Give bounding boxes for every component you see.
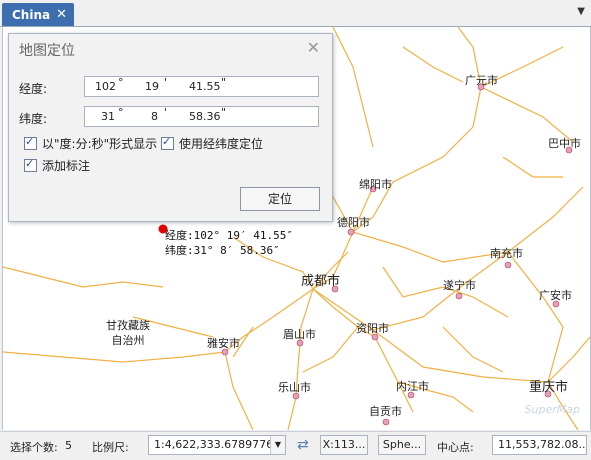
latitude-seconds[interactable]: 58.36 — [189, 110, 221, 123]
region-label: 甘孜藏族 自治州 — [106, 319, 150, 347]
projection-button[interactable]: Sphe... — [378, 435, 426, 455]
watermark-logo: SuperMap — [524, 403, 580, 416]
map-locate-dialog: 地图定位 ✕ 经度: 102 ° 19 ' 41.55 " 纬度: 31 ° 8… — [8, 33, 333, 222]
swap-icon[interactable]: ⇄ — [297, 437, 309, 453]
city-label: 自贡市 — [369, 405, 402, 418]
scale-combobox[interactable]: 1:4,622,333.67897761 ▼ — [148, 435, 286, 455]
selected-count-value: 5 — [65, 439, 72, 452]
second-mark: " — [221, 76, 227, 89]
city-label: 绵阳市 — [359, 178, 392, 191]
city-label: 遂宁市 — [443, 279, 476, 292]
document-tab-bar: China ✕ ▼ — [0, 0, 591, 27]
scale-label: 比例尺: — [92, 441, 129, 454]
city-label: 眉山市 — [283, 328, 316, 341]
status-bar: 选择个数: 5 比例尺: 1:4,622,333.67897761 ▼ ⇄ X:… — [0, 431, 591, 460]
tab-list-dropdown-icon[interactable]: ▼ — [577, 6, 585, 17]
tab-title: China — [12, 7, 51, 22]
city-label: 巴中市 — [548, 137, 581, 150]
city-label: 雅安市 — [207, 337, 240, 350]
longitude-label: 经度: — [19, 82, 48, 96]
close-icon[interactable]: ✕ — [307, 38, 320, 57]
latitude-input[interactable]: 31 ° 8 ' 58.36 " — [84, 106, 319, 127]
degree-mark: ° — [118, 76, 124, 89]
city-label: 南充市 — [490, 247, 523, 260]
chevron-down-icon[interactable]: ▼ — [270, 436, 285, 454]
add-label-checkbox[interactable]: 添加标注 — [24, 157, 90, 174]
coordinate-annotation: 经度:102° 19′ 41.55″ 纬度:31° 8′ 58.36″ — [165, 229, 293, 257]
second-mark: " — [221, 106, 227, 119]
city-label: 乐山市 — [278, 381, 311, 394]
checkbox-checked-icon[interactable] — [161, 135, 174, 150]
checkbox-checked-icon[interactable] — [24, 157, 37, 172]
degree-mark: ° — [118, 106, 124, 119]
longitude-degrees[interactable]: 102 — [95, 80, 116, 93]
latitude-degrees[interactable]: 31 — [101, 110, 115, 123]
coordinate-x-field[interactable]: X:113... — [320, 435, 368, 455]
dialog-title: 地图定位 — [19, 43, 75, 59]
city-label: 内江市 — [396, 380, 429, 393]
longitude-input[interactable]: 102 ° 19 ' 41.55 " — [84, 76, 319, 97]
city-label: 成都市 — [301, 274, 341, 289]
tab-china[interactable]: China ✕ — [2, 3, 74, 26]
latitude-label: 纬度: — [19, 112, 48, 126]
checkbox-checked-icon[interactable] — [24, 135, 37, 150]
longitude-minutes[interactable]: 19 — [145, 80, 159, 93]
use-latlon-checkbox[interactable]: 使用经纬度定位 — [161, 135, 263, 152]
city-label: 重庆市 — [529, 380, 569, 395]
minute-mark: ' — [164, 106, 168, 119]
city-label: 资阳市 — [356, 322, 389, 335]
selected-count-label: 选择个数: — [10, 441, 58, 454]
city-label: 广元市 — [465, 74, 498, 87]
locate-button[interactable]: 定位 — [240, 187, 320, 211]
city-label: 广安市 — [539, 289, 572, 302]
longitude-seconds[interactable]: 41.55 — [189, 80, 221, 93]
close-tab-icon[interactable]: ✕ — [56, 7, 67, 22]
latitude-minutes[interactable]: 8 — [151, 110, 158, 123]
minute-mark: ' — [164, 76, 168, 89]
dms-format-checkbox[interactable]: 以"度:分:秒"形式显示 — [24, 135, 157, 152]
center-point-field[interactable]: 11,553,782.08... — [492, 435, 587, 455]
center-point-label: 中心点: — [437, 441, 474, 454]
city-label: 德阳市 — [337, 216, 370, 229]
